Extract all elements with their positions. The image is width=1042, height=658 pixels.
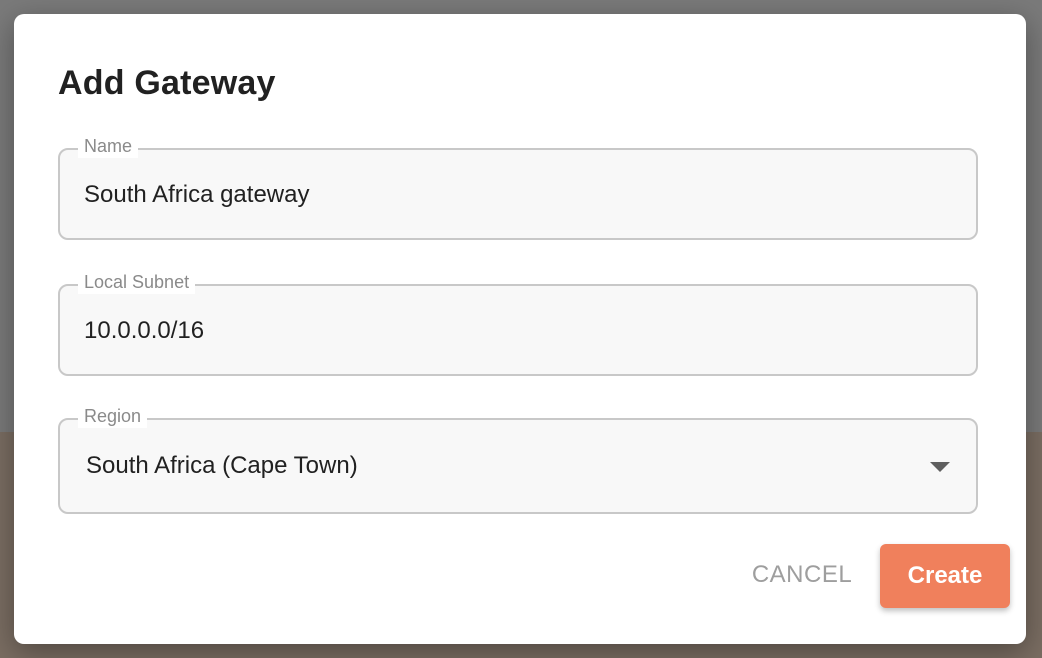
region-select[interactable]: Region South Africa (Cape Town) [58,404,978,514]
region-selected-value[interactable]: South Africa (Cape Town) [86,452,358,480]
name-field-label: Name [78,134,139,158]
cancel-button[interactable]: CANCEL [740,550,864,600]
create-button[interactable]: Create [880,544,1010,608]
local-subnet-field[interactable]: Local Subnet [58,270,978,376]
region-field-label: Region [78,404,148,428]
local-subnet-input[interactable] [84,314,952,348]
dropdown-arrow-icon[interactable] [930,462,950,472]
add-gateway-dialog: Add Gateway Name Local Subnet Region Sou… [14,14,1026,644]
name-input[interactable] [84,178,952,212]
local-subnet-field-label: Local Subnet [78,270,196,294]
dialog-title: Add Gateway [58,64,276,102]
name-field[interactable]: Name [58,134,978,240]
